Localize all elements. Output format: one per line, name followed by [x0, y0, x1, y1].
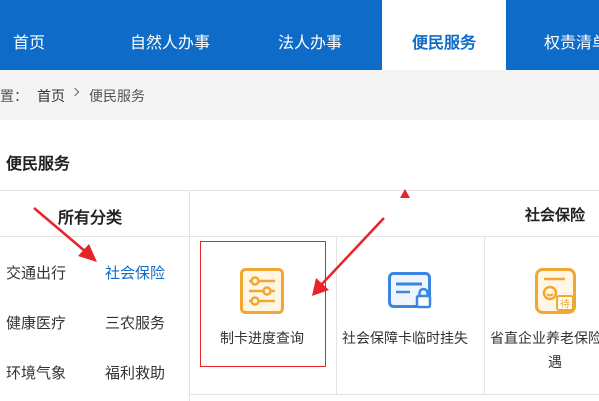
card-row-divider [190, 394, 599, 395]
page-title: 便民服务 [6, 154, 71, 173]
nav-item-power-list[interactable]: 权责清单 [544, 0, 599, 70]
service-label-pension[interactable]: 省直企业养老保险待 [490, 328, 599, 348]
nav-item-legal-entity-affairs[interactable]: 法人办事 [278, 0, 342, 70]
nav-item-home[interactable]: 首页 [13, 0, 45, 70]
card-divider-2 [484, 236, 485, 394]
category-item-environment[interactable]: 环境气象 [6, 362, 66, 383]
category-heading-divider [0, 236, 189, 237]
breadcrumb-home-link[interactable]: 首页 [37, 86, 65, 106]
category-item-health[interactable]: 健康医疗 [6, 312, 66, 333]
service-heading-divider [190, 236, 599, 237]
nav-item-convenience-services[interactable]: 便民服务 [382, 0, 506, 70]
panel-divider [189, 190, 190, 401]
pending-document-icon: 待 [535, 268, 576, 314]
svg-text:待: 待 [560, 298, 570, 311]
progress-checklist-icon [240, 268, 284, 314]
breadcrumb-current: 便民服务 [89, 89, 145, 105]
section-divider [0, 190, 599, 191]
service-label-card-progress[interactable]: 制卡进度查询 [220, 328, 304, 348]
nav-item-personal-affairs[interactable]: 自然人办事 [130, 0, 210, 70]
service-group-heading: 社会保险 [525, 206, 586, 224]
card-divider-1 [336, 236, 337, 394]
category-item-welfare[interactable]: 福利救助 [105, 362, 165, 383]
locked-card-icon [388, 272, 432, 309]
active-indicator-triangle [400, 189, 410, 198]
top-nav: 首页 自然人办事 法人办事 便民服务 权责清单 [0, 0, 599, 70]
category-item-agriculture[interactable]: 三农服务 [105, 312, 165, 333]
service-label-pension-line2: 遇 [548, 355, 562, 371]
service-label-card-loss-report[interactable]: 社会保障卡临时挂失 [342, 328, 468, 348]
category-heading: 所有分类 [58, 208, 123, 227]
category-item-transport[interactable]: 交通出行 [6, 262, 66, 283]
category-item-social-insurance[interactable]: 社会保险 [105, 262, 165, 283]
breadcrumb-prefix: 置： [0, 89, 28, 105]
